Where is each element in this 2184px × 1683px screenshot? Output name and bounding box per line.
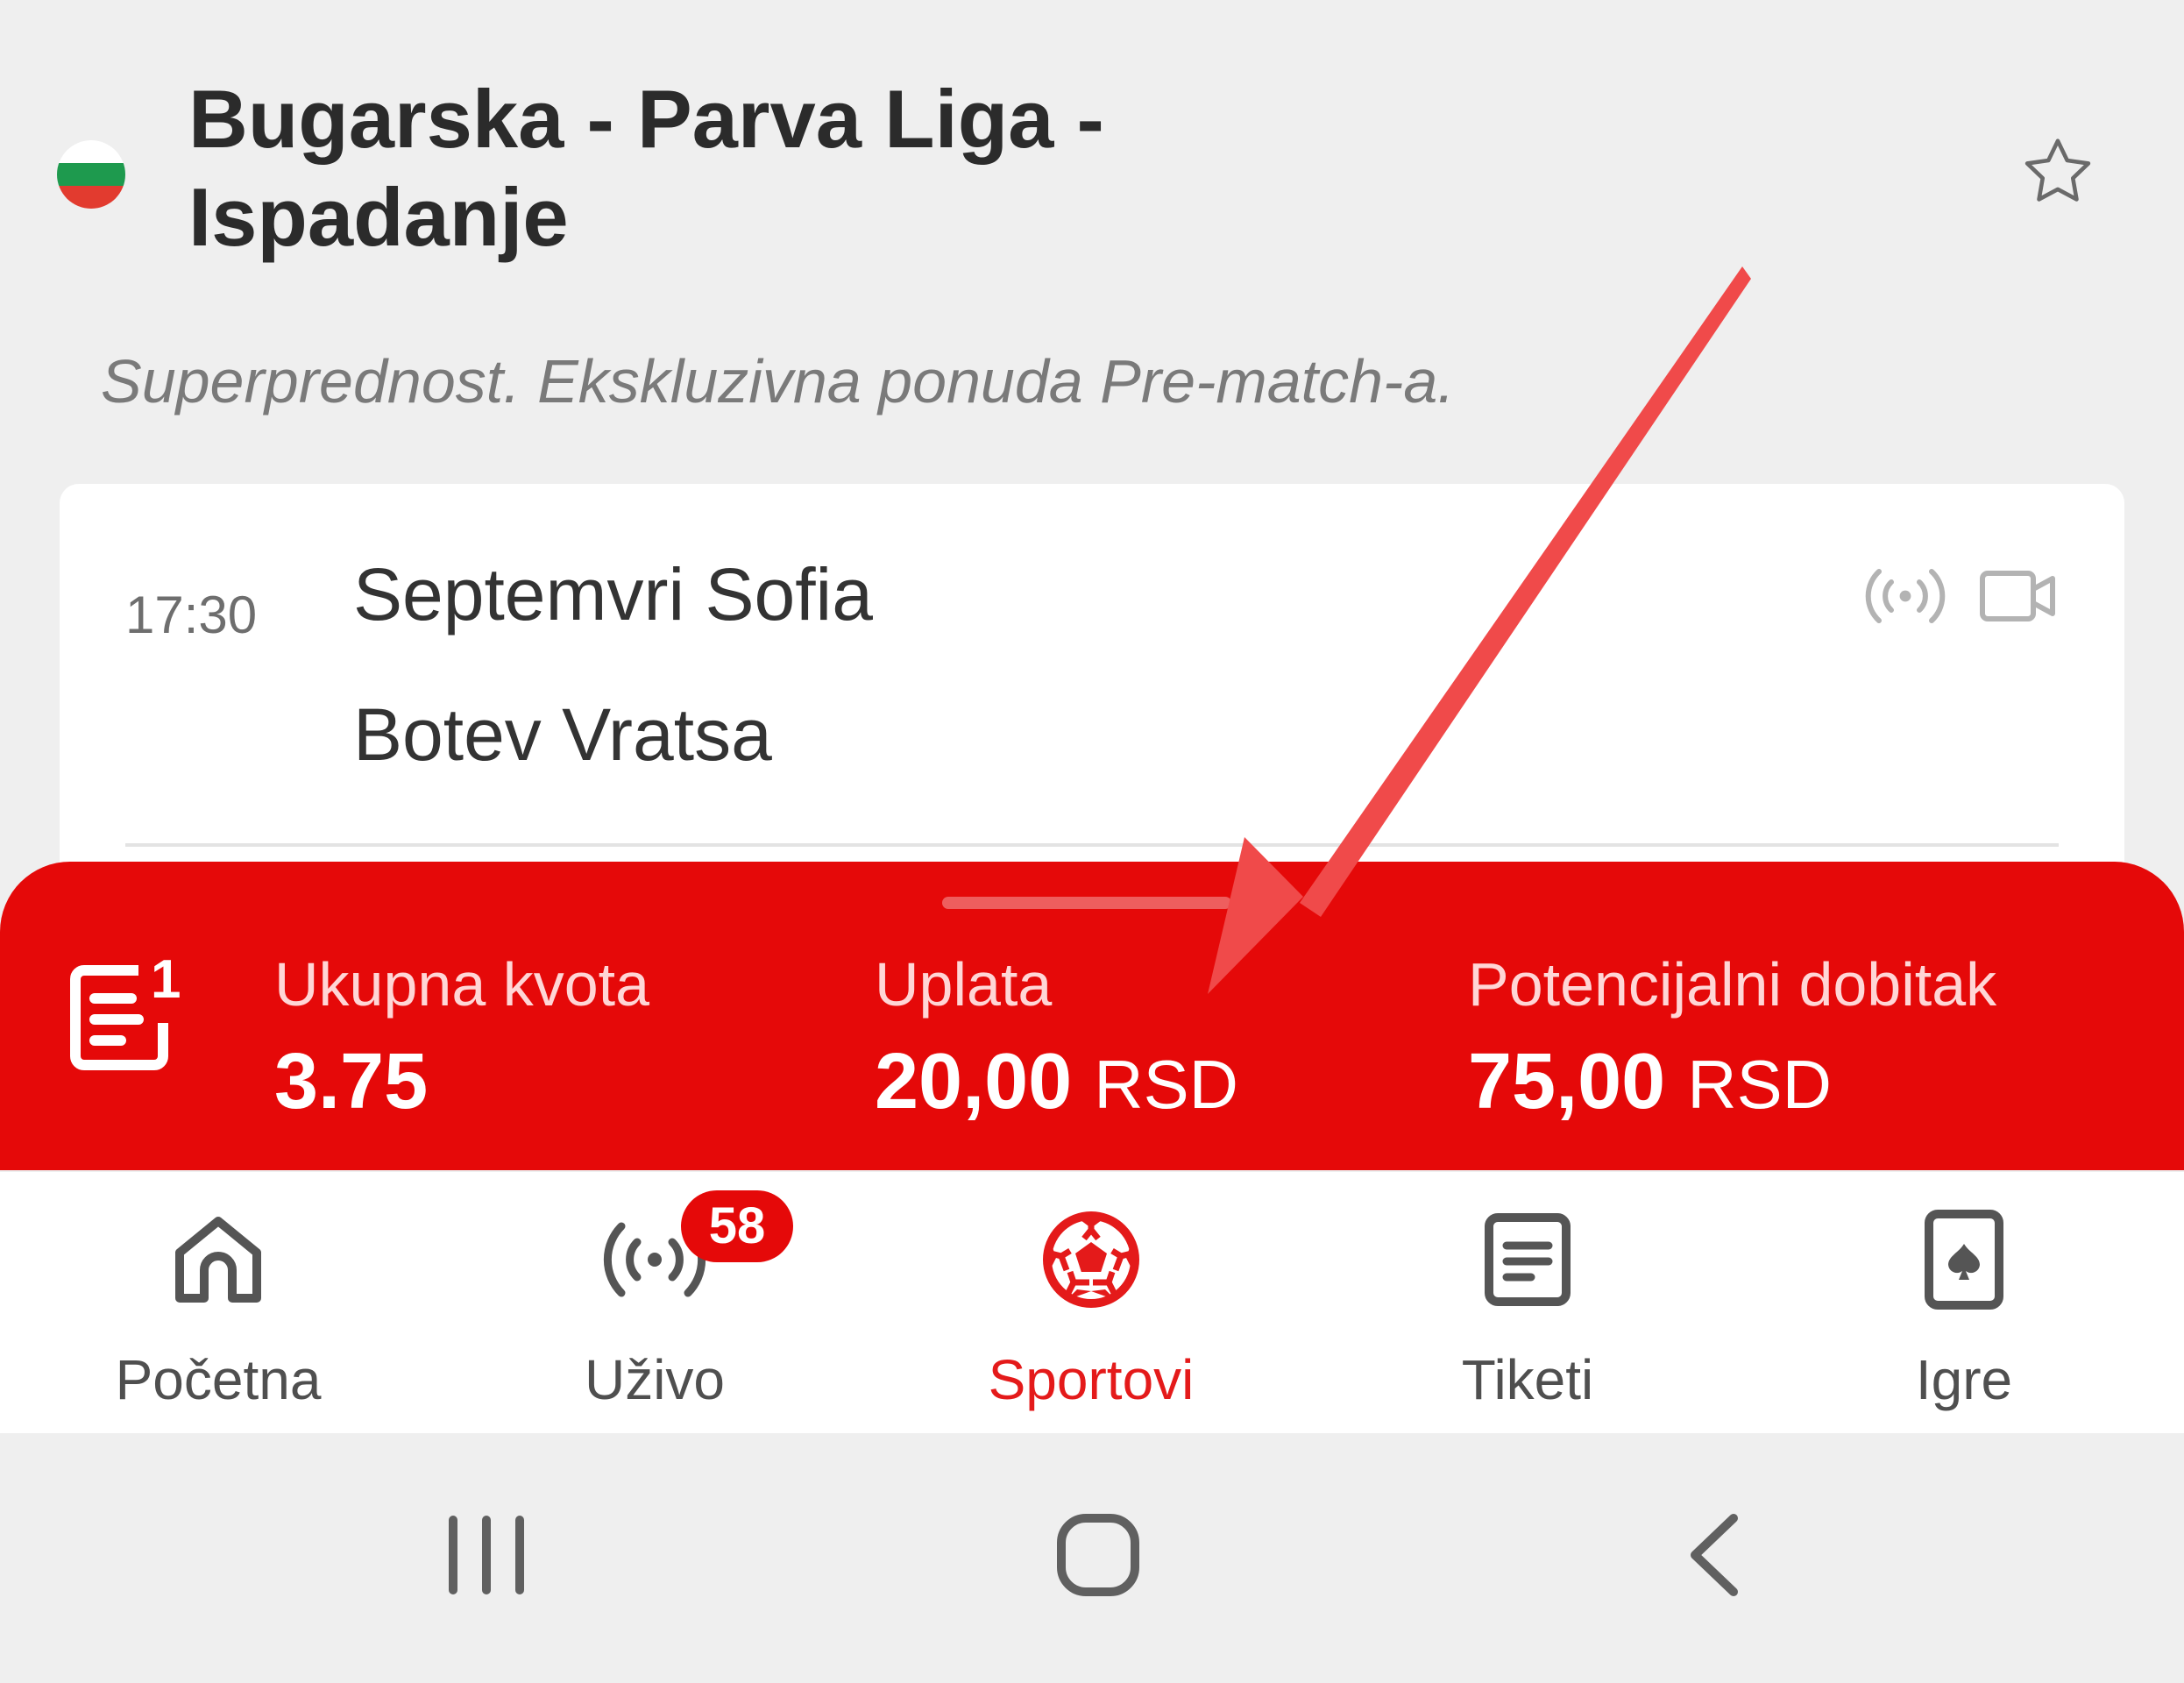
payout-currency: RSD [1687, 1046, 1832, 1123]
total-odds-label: Ukupna kvota [274, 950, 650, 1019]
nav-item-pocetna[interactable]: Početna [0, 1172, 436, 1433]
payout-value: 75,00 RSD [1468, 1037, 1832, 1127]
card-divider [125, 843, 2059, 847]
back-icon[interactable] [1684, 1511, 1746, 1599]
stake-currency: RSD [1094, 1046, 1238, 1123]
league-header: Bugarska - Parva Liga - Ispadanje Superp… [0, 0, 2184, 465]
total-odds-number: 3.75 [274, 1038, 429, 1126]
match-card[interactable]: 17:30 Septemvri Sofia Botev Vratsa [60, 484, 2124, 922]
live-count-badge: 58 [681, 1190, 793, 1262]
favorite-star-icon[interactable] [2017, 131, 2098, 212]
bottom-navigation: Početna Uživo Sportovi Tiketi Igre [0, 1172, 2184, 1433]
drag-handle[interactable] [942, 897, 1231, 909]
nav-item-igre[interactable]: Igre [1746, 1172, 2182, 1433]
promo-subtitle: Superprednost. Ekskluzivna ponuda Pre-ma… [101, 347, 1455, 415]
ticket-list-icon [1485, 1213, 1571, 1306]
payout-label: Potencijalni dobitak [1468, 950, 1997, 1019]
bet-slip-panel[interactable]: 1 Ukupna kvota 3.75 Uplata 20,00 RSD Pot… [0, 862, 2184, 1170]
nav-label: Sportovi [988, 1348, 1195, 1411]
nav-label: Uživo [584, 1348, 726, 1411]
league-title: Bugarska - Parva Liga - Ispadanje [188, 73, 1104, 263]
video-camera-icon [1980, 571, 2055, 621]
stake-value[interactable]: 20,00 RSD [875, 1037, 1238, 1127]
bulgaria-flag-icon [57, 140, 125, 209]
playing-card-icon [1925, 1210, 2003, 1310]
live-stream-icon [1865, 569, 1946, 623]
nav-label: Tiketi [1461, 1348, 1594, 1411]
nav-item-uzivo[interactable]: Uživo [436, 1172, 873, 1433]
nav-item-sportovi[interactable]: Sportovi [873, 1172, 1309, 1433]
recent-apps-icon[interactable] [443, 1515, 530, 1595]
home-icon [175, 1217, 261, 1303]
soccer-ball-icon [1043, 1211, 1139, 1308]
system-home-icon[interactable] [1054, 1511, 1142, 1599]
stake-amount: 20,00 [875, 1038, 1073, 1126]
total-odds-value: 3.75 [274, 1037, 428, 1127]
nav-label: Igre [1915, 1348, 2013, 1411]
nav-label: Početna [115, 1348, 322, 1411]
home-team: Septemvri Sofia [353, 553, 873, 636]
payout-amount: 75,00 [1468, 1038, 1666, 1126]
nav-item-tiketi[interactable]: Tiketi [1309, 1172, 1746, 1433]
stake-label: Uplata [875, 950, 1053, 1019]
match-time: 17:30 [125, 586, 258, 644]
ticket-count: 1 [151, 949, 181, 1010]
away-team: Botev Vratsa [353, 693, 772, 776]
